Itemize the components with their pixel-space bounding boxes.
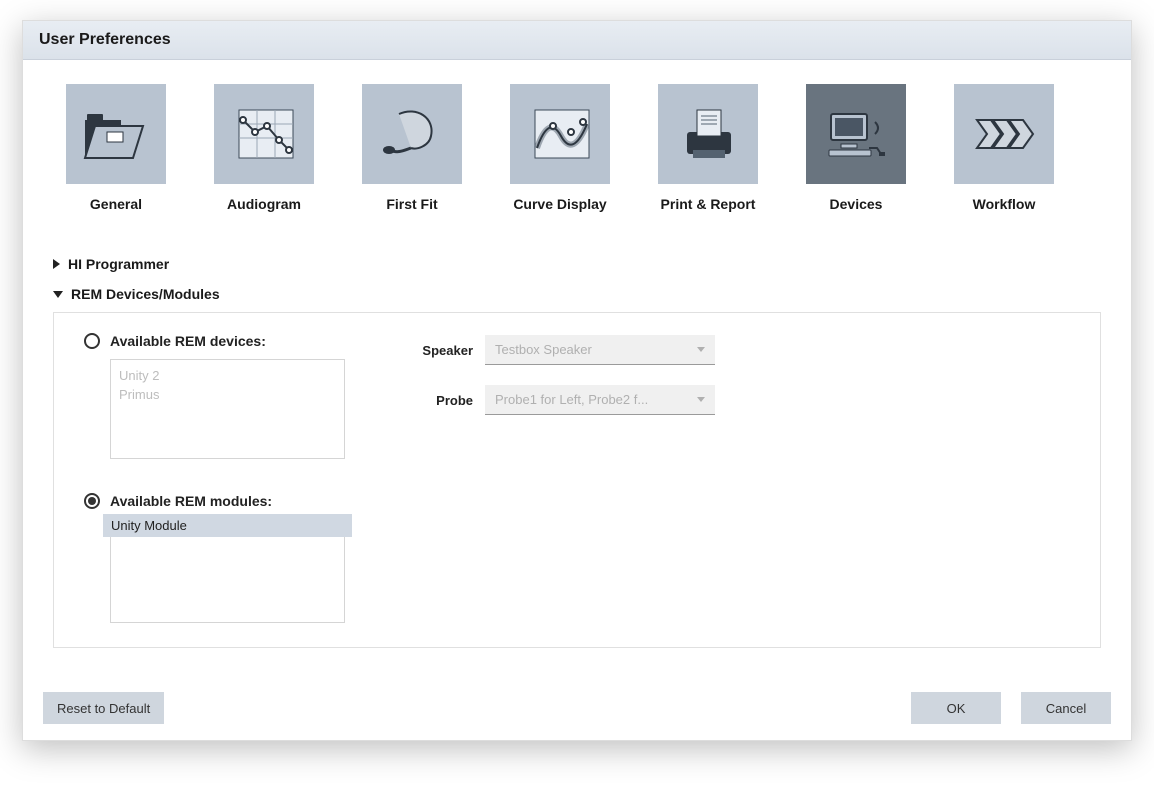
chevron-down-icon [697,347,705,352]
list-item[interactable]: Primus [119,385,336,404]
printer-icon [658,84,758,184]
tab-label: Workflow [973,196,1036,212]
chevron-right-icon [53,259,60,269]
speaker-label: Speaker [395,343,485,358]
list-item[interactable]: Unity 2 [119,366,336,385]
chevron-down-icon [697,397,705,402]
select-value: Probe1 for Left, Probe2 f... [495,392,648,407]
probe-label: Probe [395,393,485,408]
sections: HI Programmer REM Devices/Modules Availa… [43,252,1111,648]
arrows-icon [954,84,1054,184]
tab-label: Curve Display [513,196,606,212]
ok-button[interactable]: OK [911,692,1001,724]
radio-row-modules[interactable]: Available REM modules: [84,493,345,509]
tab-print-report[interactable]: Print & Report [653,84,763,212]
tab-first-fit[interactable]: First Fit [357,84,467,212]
devices-listbox[interactable]: Unity 2 Primus [110,359,345,459]
probe-select[interactable]: Probe1 for Left, Probe2 f... [485,385,715,415]
speaker-select[interactable]: Testbox Speaker [485,335,715,365]
category-tabs: General [43,84,1111,212]
curve-icon [510,84,610,184]
tab-label: Devices [830,196,883,212]
chevron-down-icon [53,291,63,298]
chart-icon [214,84,314,184]
section-rem-devices[interactable]: REM Devices/Modules [53,282,1101,306]
window-title: User Preferences [39,31,1115,49]
tab-label: General [90,196,142,212]
modules-listbox[interactable]: Unity Module [110,519,345,623]
tab-general[interactable]: General [61,84,171,212]
computer-icon [806,84,906,184]
tab-curve-display[interactable]: Curve Display [505,84,615,212]
radio-row-devices[interactable]: Available REM devices: [84,333,345,349]
content-area: General [23,60,1131,680]
select-value: Testbox Speaker [495,342,592,357]
footer: Reset to Default OK Cancel [23,680,1131,740]
radio-icon[interactable] [84,493,100,509]
section-hi-programmer[interactable]: HI Programmer [53,252,1101,276]
tab-label: Audiogram [227,196,301,212]
radio-label: Available REM devices: [110,333,266,349]
radio-icon[interactable] [84,333,100,349]
radio-label: Available REM modules: [110,493,272,509]
titlebar: User Preferences [23,21,1131,60]
tab-audiogram[interactable]: Audiogram [209,84,319,212]
list-item[interactable]: Unity Module [103,514,352,537]
folder-icon [66,84,166,184]
hearing-aid-icon [362,84,462,184]
rem-panel: Available REM devices: Unity 2 Primus Av… [53,312,1101,648]
section-title: REM Devices/Modules [71,286,220,302]
section-title: HI Programmer [68,256,169,272]
preferences-window: User Preferences General [22,20,1132,741]
device-settings: Speaker Testbox Speaker Probe Probe1 for… [395,335,715,415]
tab-label: Print & Report [661,196,756,212]
tab-label: First Fit [386,196,437,212]
reset-button[interactable]: Reset to Default [43,692,164,724]
cancel-button[interactable]: Cancel [1021,692,1111,724]
tab-workflow[interactable]: Workflow [949,84,1059,212]
tab-devices[interactable]: Devices [801,84,911,212]
